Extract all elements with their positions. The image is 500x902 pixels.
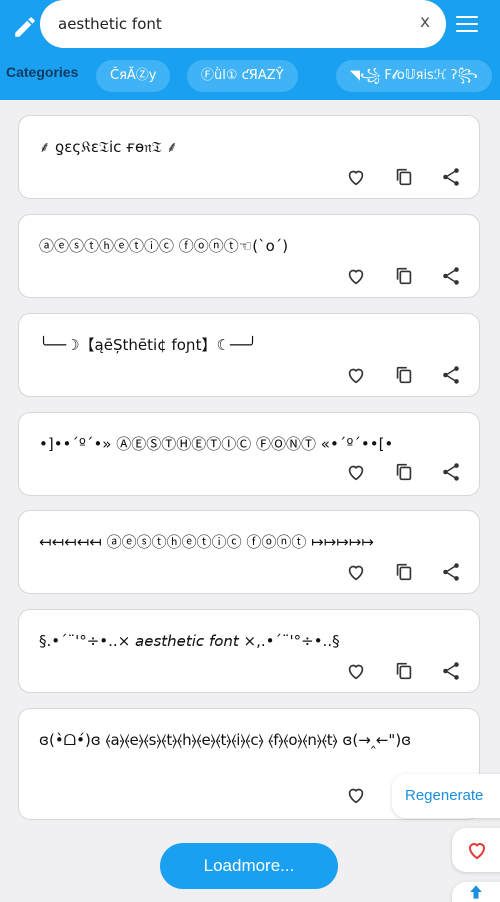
arrow-up-icon	[470, 885, 482, 899]
menu-icon[interactable]	[456, 16, 478, 34]
scroll-top-button[interactable]	[452, 882, 500, 902]
favorites-button[interactable]	[452, 828, 500, 872]
regenerate-button[interactable]: Regenerate	[392, 774, 500, 818]
font-text[interactable]: ɞ(•̀ᗝ•́)ɞ ⦑a⦒⦑e⦒⦑s⦒⦑t⦒⦑h⦒⦑e⦒⦑t⦒⦑i⦒⦑c⦒ ⦑f…	[39, 727, 439, 753]
font-card[interactable]: ⸙ ƍɛς𝔎ɛ𝔗ⅰc ғɵ𝔫𝔗 ⸙	[18, 115, 480, 199]
font-card[interactable]: ↤↤↤↤↤ ⓐⓔⓢⓣⓗⓔⓣⓘⓒ ⓕⓞⓝⓣ ↦↦↦↦↦	[18, 510, 480, 594]
heart-icon[interactable]	[345, 784, 367, 806]
copy-icon[interactable]	[393, 561, 415, 583]
font-card[interactable]: ⓐⓔⓢⓣⓗⓔⓣⓘⓒ ⓕⓞⓝⓣ☜(`o´)	[18, 214, 480, 298]
loadmore-button[interactable]: Loadmore...	[160, 843, 338, 889]
font-text[interactable]: ╰──☽【ąēȘthēti¢ foɲt】☾──╯	[39, 332, 463, 358]
font-card[interactable]: ╰──☽【ąēȘthēti¢ foɲt】☾──╯	[18, 313, 480, 397]
heart-icon[interactable]	[345, 561, 367, 583]
font-text[interactable]: §.•´¨'°÷•..× 𝘢𝘦𝘴𝘵𝘩𝘦𝘵𝘪𝘤 𝘧𝘰𝘯𝘵 ×,.•´¨'°÷•..…	[39, 628, 463, 654]
copy-icon[interactable]	[393, 461, 415, 483]
share-icon[interactable]	[440, 265, 462, 287]
share-icon[interactable]	[440, 461, 462, 483]
heart-icon[interactable]	[345, 166, 367, 188]
copy-icon[interactable]	[393, 166, 415, 188]
share-icon[interactable]	[440, 660, 462, 682]
font-text[interactable]: ⸙ ƍɛς𝔎ɛ𝔗ⅰc ғɵ𝔫𝔗 ⸙	[39, 134, 463, 160]
search-input[interactable]	[58, 10, 398, 38]
copy-icon[interactable]	[393, 265, 415, 287]
share-icon[interactable]	[440, 166, 462, 188]
search-bar: x	[40, 0, 446, 48]
heart-icon[interactable]	[345, 461, 367, 483]
category-chip[interactable]: ČяĂⓏy	[96, 60, 171, 92]
categories-bar: Categories ČяĂⓏy Ⓕǜl① ƈЯΑZŶ ◥꧁ F𝓵o𝕌яisℋ …	[0, 56, 500, 100]
categories-label: Categories	[6, 64, 79, 80]
category-chip[interactable]: ◥꧁ F𝓵o𝕌яisℋ ʔ꧂	[336, 60, 492, 92]
pencil-icon[interactable]	[12, 14, 38, 40]
share-icon[interactable]	[440, 364, 462, 386]
copy-icon[interactable]	[393, 364, 415, 386]
share-icon[interactable]	[440, 561, 462, 583]
clear-search-button[interactable]: x	[420, 12, 430, 32]
category-chip[interactable]: Ⓕǜl① ƈЯΑZŶ	[187, 60, 298, 92]
copy-icon[interactable]	[393, 660, 415, 682]
heart-icon[interactable]	[345, 364, 367, 386]
font-text[interactable]: ⓐⓔⓢⓣⓗⓔⓣⓘⓒ ⓕⓞⓝⓣ☜(`o´)	[39, 233, 463, 259]
heart-icon	[468, 843, 486, 860]
font-card[interactable]: §.•´¨'°÷•..× 𝘢𝘦𝘴𝘵𝘩𝘦𝘵𝘪𝘤 𝘧𝘰𝘯𝘵 ×,.•´¨'°÷•..…	[18, 609, 480, 693]
font-card[interactable]: •]••´º´•» ⒶⒺⓈⓉⒽⒺⓉⒾⒸ ⒻⓄⓃⓉ «•´º´••[•	[18, 412, 480, 496]
heart-icon[interactable]	[345, 660, 367, 682]
font-text[interactable]: ↤↤↤↤↤ ⓐⓔⓢⓣⓗⓔⓣⓘⓒ ⓕⓞⓝⓣ ↦↦↦↦↦	[39, 529, 463, 555]
font-text[interactable]: •]••´º´•» ⒶⒺⓈⓉⒽⒺⓉⒾⒸ ⒻⓄⓃⓉ «•´º´••[•	[39, 431, 463, 457]
heart-icon[interactable]	[345, 265, 367, 287]
